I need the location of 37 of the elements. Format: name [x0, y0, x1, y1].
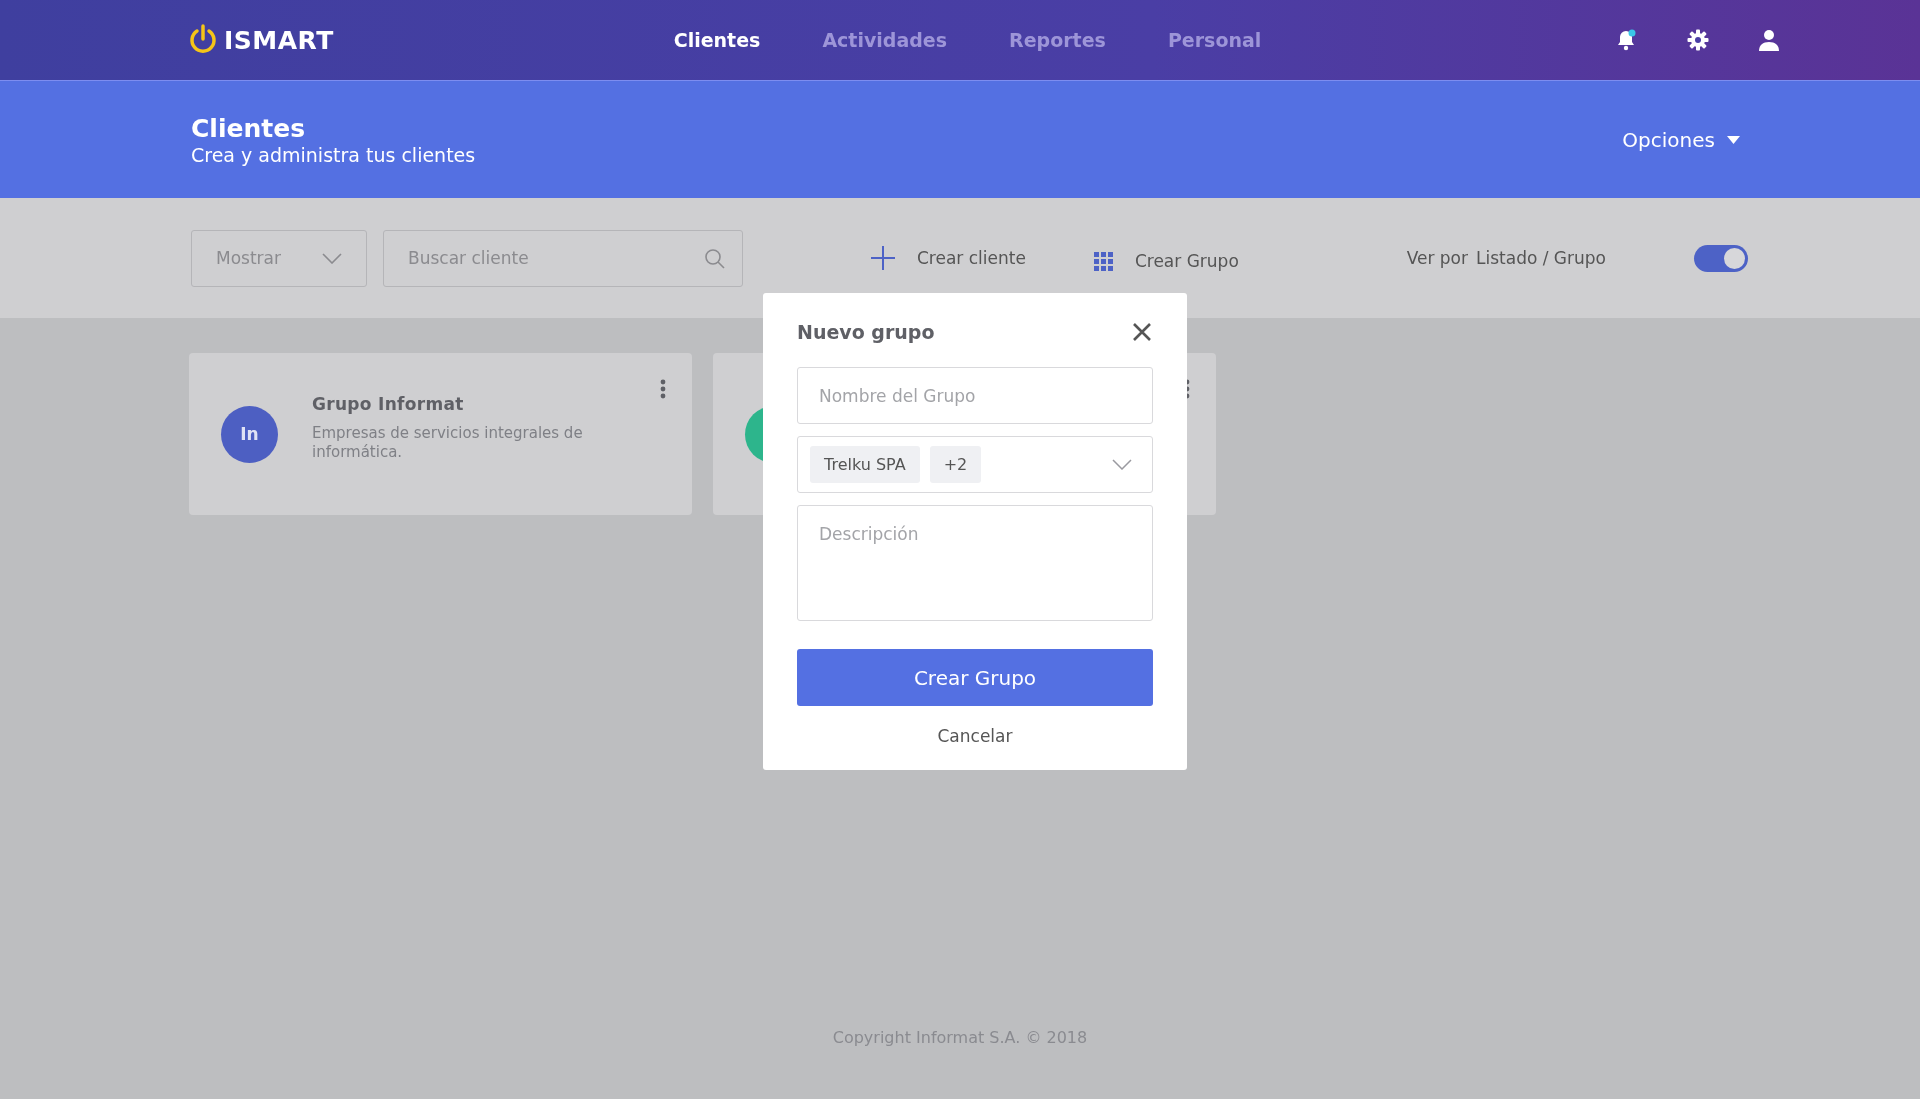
description-field[interactable]: Descripción	[797, 505, 1153, 621]
nav-link[interactable]: Personal	[1167, 29, 1262, 51]
plus-icon	[871, 246, 895, 270]
card-title: Grupo Informat	[312, 394, 465, 414]
search-icon	[704, 247, 725, 269]
nav-link[interactable]: Actividades	[822, 29, 948, 51]
user-icon[interactable]	[1758, 29, 1780, 51]
options-dropdown[interactable]: Opciones	[1618, 123, 1744, 156]
grid-icon	[1093, 251, 1113, 271]
view-toggle[interactable]	[1694, 244, 1748, 272]
page-title: Clientes	[191, 113, 307, 144]
modal-title: Nuevo grupo	[797, 321, 935, 343]
cancel-link[interactable]: Cancelar	[935, 724, 1015, 748]
create-group-button[interactable]: Crear Grupo	[1089, 247, 1243, 275]
more-icon[interactable]	[660, 379, 666, 399]
close-button[interactable]	[1131, 321, 1153, 343]
power-logo-icon	[188, 24, 218, 56]
settings-icon[interactable]	[1686, 28, 1710, 52]
member-chip[interactable]: +2	[929, 446, 982, 483]
create-group-submit-button[interactable]: Crear Grupo	[797, 649, 1153, 706]
search-field[interactable]: Buscar cliente	[383, 229, 743, 287]
group-name-field[interactable]: Nombre del Grupo	[797, 367, 1153, 424]
create-client-button[interactable]: Crear cliente	[867, 242, 1030, 274]
view-options: Listado / Grupo	[1476, 248, 1606, 268]
card-description: Empresas de servicios integrales de informática.	[312, 424, 584, 462]
brand-name: ISMART	[224, 25, 334, 55]
nav-link[interactable]: Reportes	[1009, 29, 1106, 51]
nav-link[interactable]: Clientes	[673, 29, 761, 51]
members-select[interactable]: Trelku SPA +2	[797, 436, 1153, 493]
page-subtitle: Crea y administra tus clientes	[191, 143, 476, 166]
view-label: Ver por	[1406, 248, 1468, 268]
chevron-down-icon	[322, 252, 342, 264]
chevron-down-icon	[1112, 459, 1132, 470]
close-icon	[1133, 323, 1151, 341]
avatar: In	[221, 405, 278, 463]
member-chip[interactable]: Trelku SPA	[810, 446, 920, 483]
caret-icon	[1727, 135, 1740, 144]
